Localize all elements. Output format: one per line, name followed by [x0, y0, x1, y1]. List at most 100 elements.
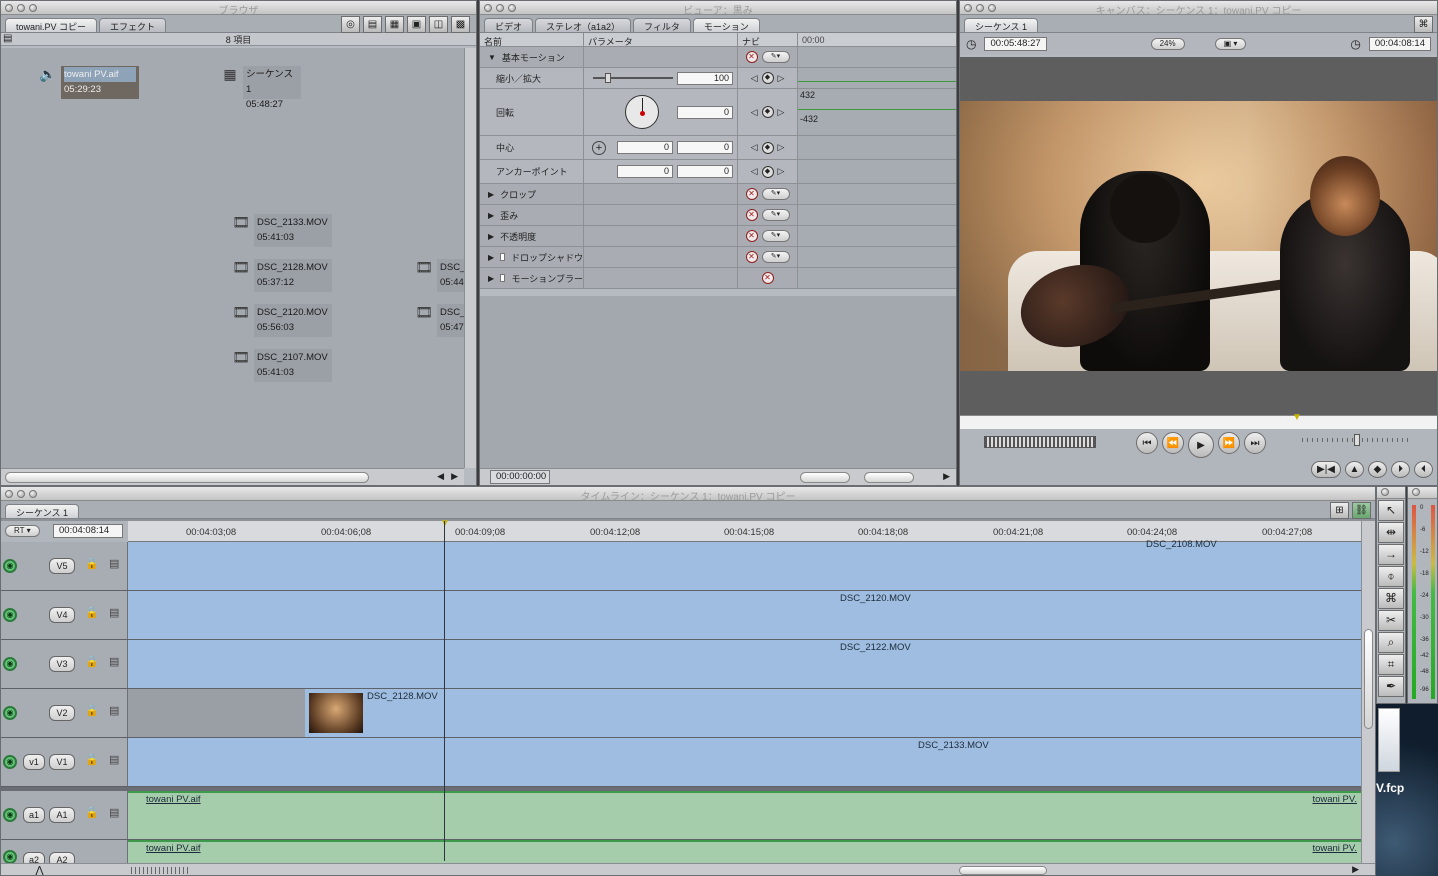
preset-popup[interactable]: ✎▾ — [761, 51, 790, 63]
track-label[interactable]: V5 — [49, 558, 75, 574]
view-list-icon[interactable]: ▤ — [363, 16, 382, 33]
tab-sequence[interactable]: シーケンス 1 — [5, 504, 80, 518]
zoom-popup[interactable]: 24% — [1150, 38, 1185, 50]
lock-icon[interactable]: 🔒 — [85, 606, 99, 619]
clip-item[interactable]: 🎞 DSC_2128.MOV 05:37:12 — [232, 259, 332, 292]
auto-select-icon[interactable]: ▤ — [109, 606, 119, 619]
close-button[interactable] — [1381, 488, 1389, 496]
rt-popup[interactable]: RT ▾ — [5, 525, 40, 537]
preset-popup[interactable]: ✎▾ — [761, 230, 790, 242]
audio-enable-icon[interactable]: ◉ — [3, 850, 17, 864]
enable-checkbox[interactable] — [500, 253, 505, 261]
center-x-field[interactable]: 0 — [617, 141, 673, 154]
preset-popup[interactable]: ✎▾ — [761, 251, 790, 263]
keyframe-icon[interactable]: ◆ — [761, 106, 774, 118]
section-basic-motion[interactable]: ▼ 基本モーション ✕ ✎▾ — [480, 47, 956, 68]
snapping-icon[interactable]: ⊞ — [1330, 502, 1349, 519]
lock-icon[interactable]: 🔒 — [85, 704, 99, 717]
list-toggle-icon[interactable]: ▤ — [3, 33, 12, 44]
overlay-icon[interactable]: ⌘ — [1414, 16, 1433, 33]
lock-icon[interactable]: 🔒 — [85, 655, 99, 668]
track-label[interactable]: V4 — [49, 607, 75, 623]
auto-select-icon[interactable]: ▤ — [109, 806, 119, 819]
track-label[interactable]: A1 — [49, 807, 75, 823]
timeline-scroll-thumb[interactable] — [864, 472, 914, 483]
reset-icon[interactable]: ✕ — [745, 230, 758, 242]
section-opacity[interactable]: ▶ 不透明度 ✕ ✎▾ — [480, 226, 956, 247]
clip-item[interactable]: 🎞 DSC_2 05:44 — [415, 259, 464, 292]
go-to-start-icon[interactable]: ⏮ — [1136, 432, 1158, 454]
track-label[interactable]: V3 — [49, 656, 75, 672]
linking-icon[interactable]: ⛓ — [1352, 502, 1371, 519]
scroll-right-icon[interactable]: ▶ — [1352, 864, 1359, 875]
tab-effects[interactable]: エフェクト — [99, 18, 167, 32]
timeline-scroll-thumb[interactable] — [959, 866, 1047, 875]
clip-item[interactable]: ▦ シーケンス 1 05:48:27 — [221, 66, 301, 110]
disclosure-closed-icon[interactable]: ▶ — [488, 253, 494, 262]
view-grid-icon[interactable]: ▩ — [451, 16, 470, 33]
track-visibility-icon[interactable]: ◉ — [3, 755, 17, 769]
pen-tool-icon[interactable]: ✒ — [1378, 676, 1404, 697]
next-keyframe-icon[interactable]: ▷ — [778, 142, 785, 153]
canvas-scrubber[interactable]: ▼ — [960, 412, 1437, 429]
track-select-tool-icon[interactable]: → — [1378, 544, 1404, 565]
timeline-clip[interactable]: DSC_2128.MOV — [305, 689, 1361, 737]
marker-icon[interactable]: ▲ — [1345, 461, 1364, 478]
slip-tool-icon[interactable]: ⌘ — [1378, 588, 1404, 609]
tab-video[interactable]: ビデオ — [484, 18, 534, 32]
add-keyframe-icon[interactable]: ◆ — [1368, 461, 1387, 478]
section-drop-shadow[interactable]: ▶ ドロップシャドウ ✕ ✎▾ — [480, 247, 956, 268]
browser-titlebar[interactable]: ブラウザ — [1, 1, 476, 17]
prev-keyframe-icon[interactable]: ◁ — [751, 107, 758, 118]
lock-icon[interactable]: 🔒 — [85, 557, 99, 570]
tab-sequence[interactable]: シーケンス 1 — [964, 18, 1039, 32]
view-medium-icon[interactable]: ▣ — [407, 16, 426, 33]
timeline-titlebar[interactable]: タイムライン：シーケンス 1：towani.PV コピー — [1, 487, 1375, 503]
disclosure-closed-icon[interactable]: ▶ — [488, 211, 494, 220]
disclosure-closed-icon[interactable]: ▶ — [488, 190, 494, 199]
disc-icon[interactable]: ◎ — [341, 16, 360, 33]
mark-in-icon[interactable]: ⏵ — [1391, 461, 1410, 478]
rotation-dial[interactable] — [625, 95, 659, 129]
duration-timecode[interactable]: 00:05:48:27 — [984, 37, 1047, 51]
track-visibility-icon[interactable]: ◉ — [3, 657, 17, 671]
track-label[interactable]: V1 — [49, 754, 75, 770]
source-patch[interactable]: a1 — [23, 807, 45, 823]
rotation-field[interactable]: 0 — [677, 105, 733, 119]
section-distort[interactable]: ▶ 歪み ✕ ✎▾ — [480, 205, 956, 226]
canvas-titlebar[interactable]: キャンバス：シーケンス 1：towani.PV コピー — [960, 1, 1437, 17]
zoom-slider[interactable] — [800, 472, 850, 483]
next-keyframe-icon[interactable]: ▷ — [778, 166, 785, 177]
scale-field[interactable]: 100 — [677, 71, 733, 85]
roll-tool-icon[interactable]: ⌽ — [1378, 566, 1404, 587]
tab-project[interactable]: towani.PV コピー — [5, 18, 98, 32]
timeline-clip[interactable]: DSC_2122.MOV — [128, 640, 1361, 688]
prev-keyframe-icon[interactable]: ◁ — [751, 73, 758, 84]
zoom-slider[interactable] — [131, 867, 191, 874]
disclosure-closed-icon[interactable]: ▶ — [488, 232, 494, 241]
keyframe-icon[interactable]: ◆ — [761, 72, 774, 84]
scale-slider[interactable] — [593, 73, 673, 83]
center-y-field[interactable]: 0 — [677, 141, 733, 154]
track-height-icon[interactable]: ⋀ — [35, 864, 44, 875]
anchor-x-field[interactable]: 0 — [617, 165, 673, 178]
edit-selection-tool-icon[interactable]: ⇹ — [1378, 522, 1404, 543]
canvas-video-area[interactable] — [960, 57, 1437, 415]
view-small-icon[interactable]: ▦ — [385, 16, 404, 33]
clip-item[interactable]: 🎞 DSC_2 05:47 — [415, 304, 464, 337]
crop-tool-icon[interactable]: ⌗ — [1378, 654, 1404, 675]
track-visibility-icon[interactable]: ◉ — [3, 706, 17, 720]
reset-icon[interactable]: ✕ — [761, 272, 774, 284]
timeline-clip[interactable]: DSC_2133.MOV — [128, 738, 1361, 786]
view-large-icon[interactable]: ◫ — [429, 16, 448, 33]
track-label[interactable]: V2 — [49, 705, 75, 721]
shuttle-control[interactable] — [984, 436, 1096, 448]
timeline-clip[interactable]: DSC_2120.MOV — [128, 591, 1361, 639]
keyframe-icon[interactable]: ◆ — [761, 165, 774, 178]
lock-icon[interactable]: 🔒 — [85, 806, 99, 819]
timeline-clip[interactable]: towani PV.aif towani PV. — [128, 791, 1361, 839]
reset-icon[interactable]: ✕ — [745, 51, 758, 63]
track-visibility-icon[interactable]: ◉ — [3, 559, 17, 573]
prev-keyframe-icon[interactable]: ◁ — [751, 142, 758, 153]
preset-popup[interactable]: ✎▾ — [761, 188, 790, 200]
